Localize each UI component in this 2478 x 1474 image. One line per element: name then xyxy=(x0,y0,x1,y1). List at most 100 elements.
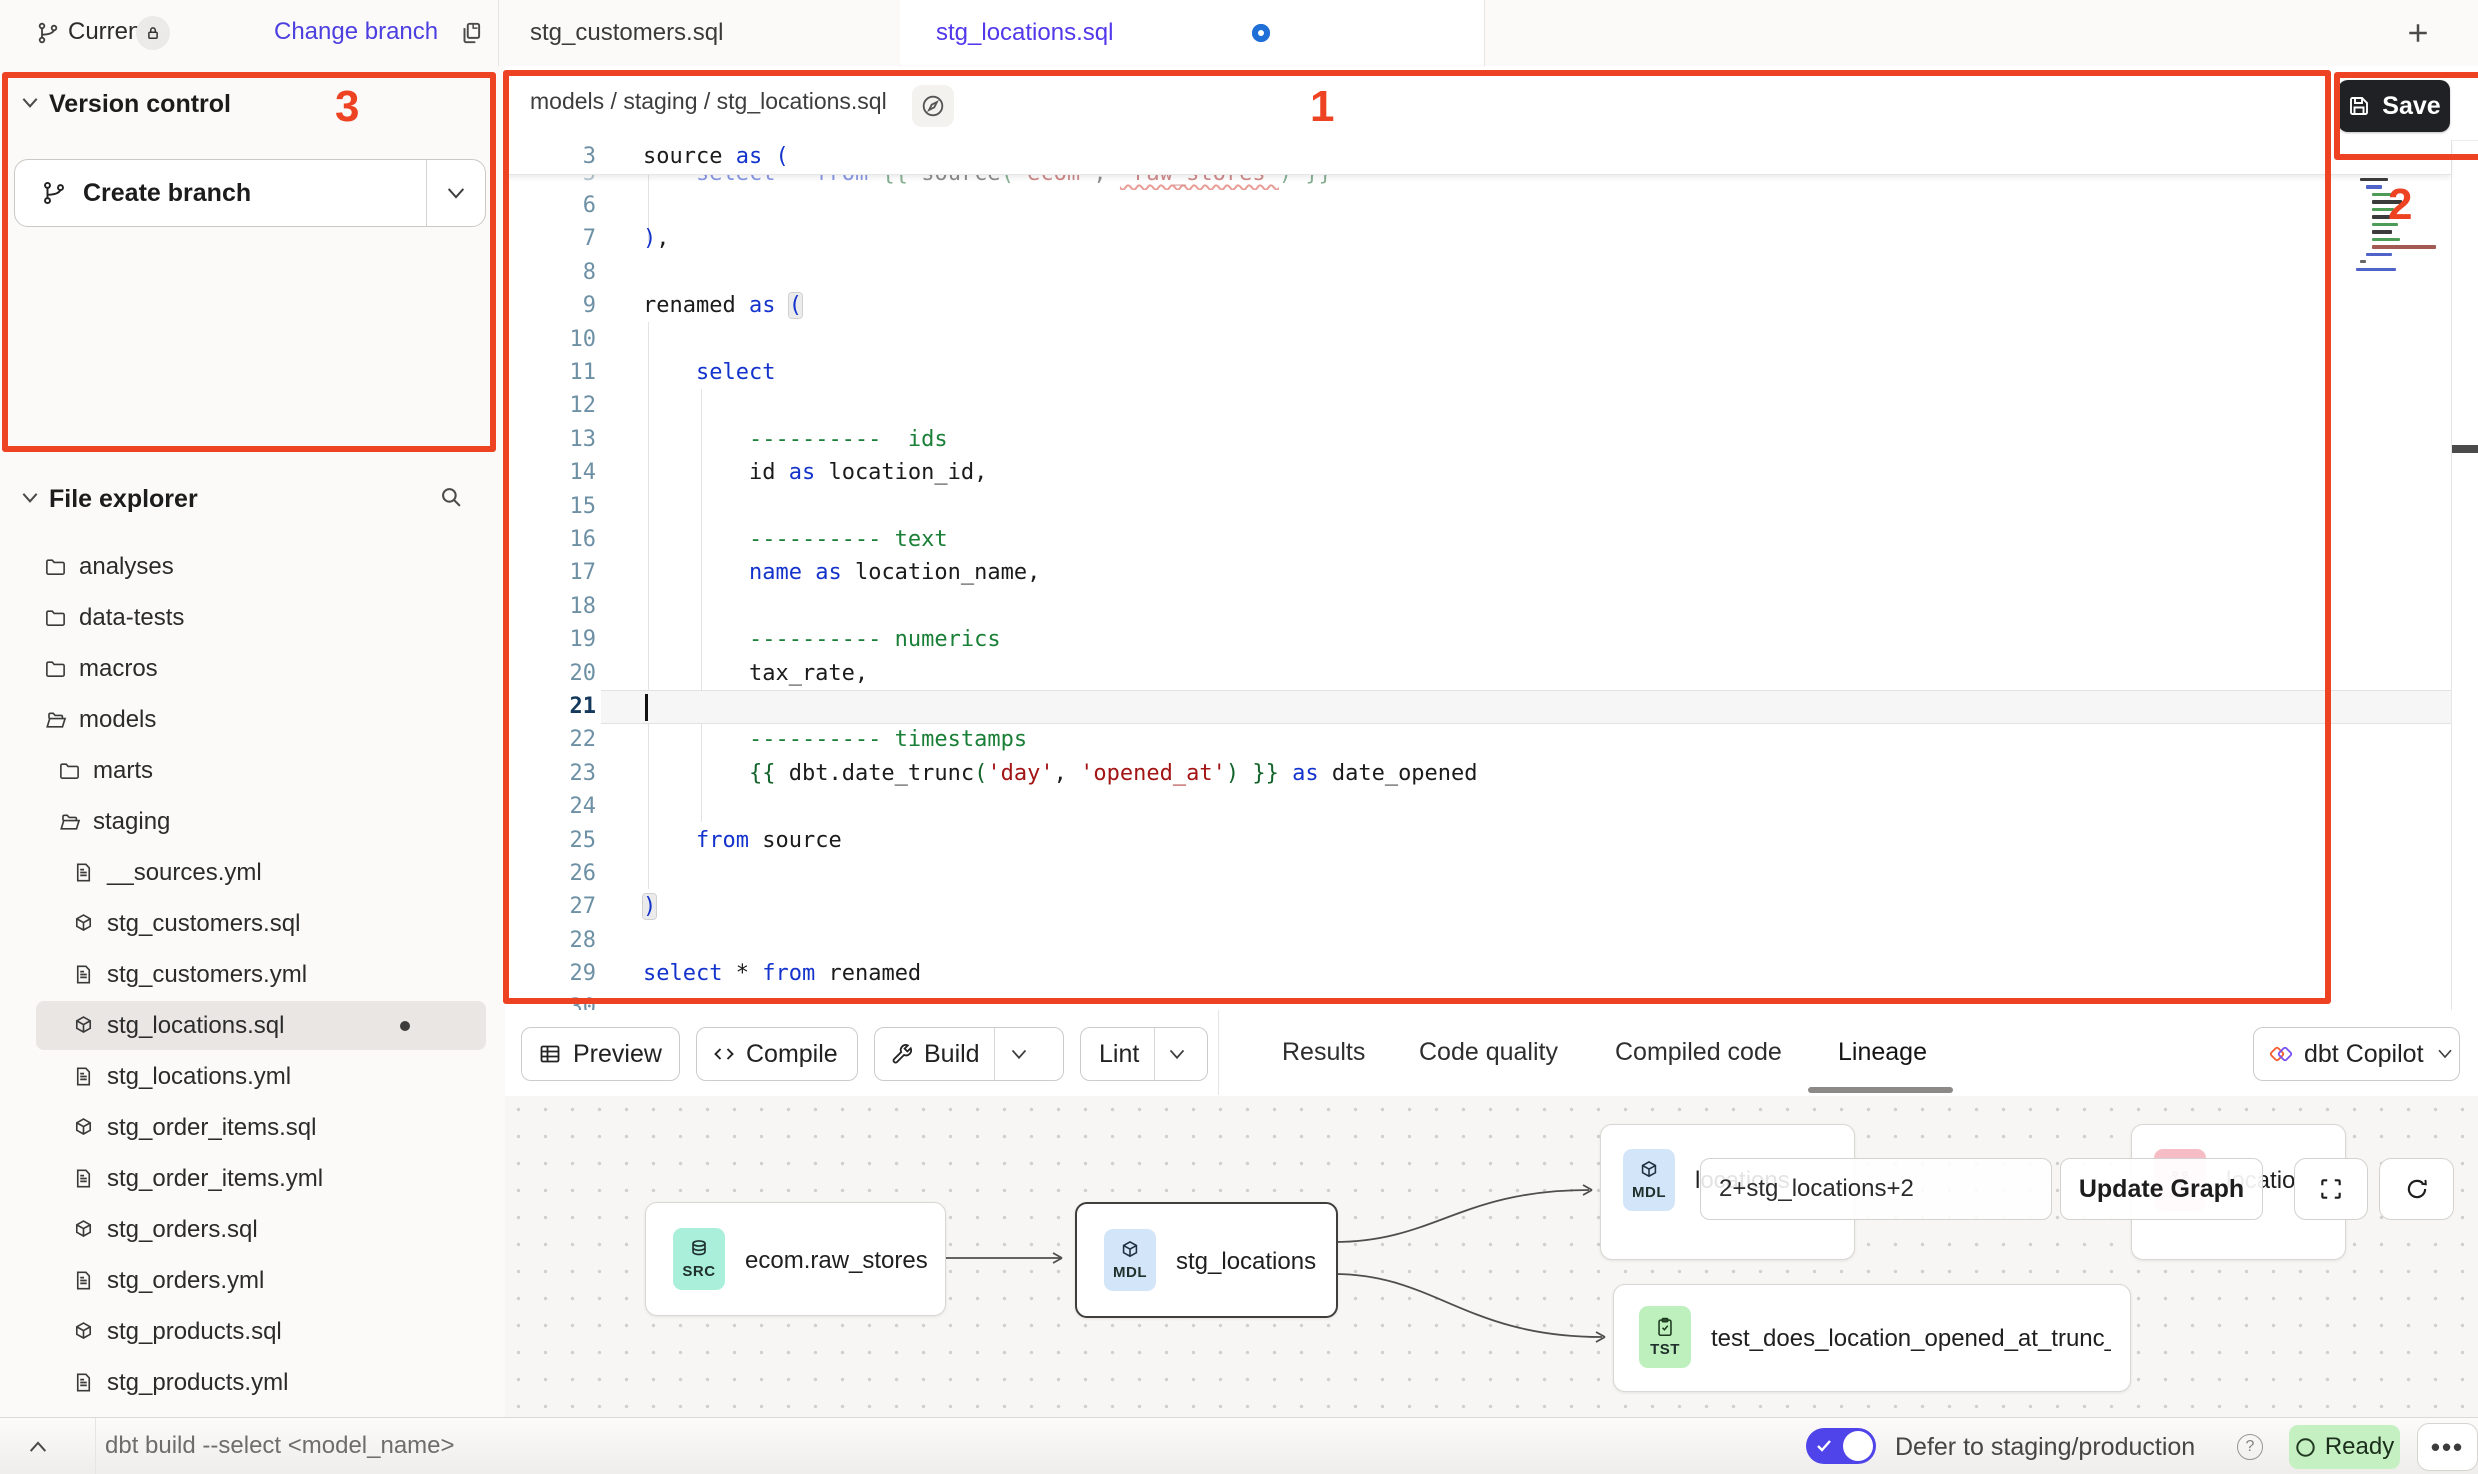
code-line-27[interactable]: 27) xyxy=(505,890,2451,924)
minimap-line xyxy=(2360,260,2366,263)
expand-command-chevron-up-icon[interactable] xyxy=(27,1439,49,1454)
code-line-25[interactable]: 25 from source xyxy=(505,824,2451,858)
command-input[interactable]: dbt build --select <model_name> xyxy=(105,1432,455,1460)
file-item-stg-customers-yml[interactable]: stg_customers.yml xyxy=(0,949,577,1000)
refresh-button[interactable] xyxy=(2379,1158,2454,1220)
code-text: ---------- timestamps xyxy=(643,723,1027,757)
tab-results[interactable]: Results xyxy=(1282,1010,1365,1095)
tab-compiled-code[interactable]: Compiled code xyxy=(1615,1010,1782,1095)
tab-code-quality[interactable]: Code quality xyxy=(1419,1010,1558,1095)
code-line-10[interactable]: 10 xyxy=(505,323,2451,357)
new-tab-plus-icon[interactable] xyxy=(2403,18,2433,48)
code-line-16[interactable]: 16 ---------- text xyxy=(505,523,2451,557)
copy-branch-icon[interactable] xyxy=(458,19,484,47)
build-dropdown-chevron-icon[interactable] xyxy=(1009,1048,1029,1061)
file-item-stg-products-yml[interactable]: stg_products.yml xyxy=(0,1357,577,1408)
chevron-down-icon[interactable] xyxy=(445,186,467,201)
breadcrumb[interactable]: models / staging / stg_locations.sql xyxy=(530,88,887,115)
help-icon[interactable]: ? xyxy=(2237,1434,2263,1460)
file-item-stg-order-items-yml[interactable]: stg_order_items.yml xyxy=(0,1153,577,1204)
file-item-marts[interactable]: marts xyxy=(0,745,563,796)
file-item-macros[interactable]: macros xyxy=(0,643,549,694)
file-item-stg-order-items-sql[interactable]: stg_order_items.sql xyxy=(0,1102,577,1153)
file-item-stg-customers-sql[interactable]: stg_customers.sql xyxy=(0,898,577,949)
lint-button[interactable]: Lint xyxy=(1080,1027,1208,1081)
file-item-stg-locations-sql[interactable]: stg_locations.sql xyxy=(0,1000,577,1051)
minimap[interactable] xyxy=(2356,163,2466,275)
search-icon[interactable] xyxy=(438,484,464,510)
lint-dropdown-chevron-icon[interactable] xyxy=(1167,1048,1187,1061)
code-line-28[interactable]: 28 xyxy=(505,924,2451,958)
file-item-staging[interactable]: staging xyxy=(0,796,563,847)
line-number: 24 xyxy=(505,790,596,824)
status-badge[interactable]: Ready xyxy=(2289,1425,2400,1469)
update-graph-button[interactable]: Update Graph xyxy=(2060,1158,2263,1220)
code-line-24[interactable]: 24 xyxy=(505,790,2451,824)
build-label: Build xyxy=(924,1040,980,1069)
create-branch-button[interactable]: Create branch xyxy=(14,159,486,227)
file-item-data-tests[interactable]: data-tests xyxy=(0,592,549,643)
tab-stg-customers[interactable]: stg_customers.sql xyxy=(498,0,900,65)
code-line-14[interactable]: 14 id as location_id, xyxy=(505,456,2451,490)
lineage-graph-panel[interactable]: SRC ecom.raw_stores MDL stg_locations MD… xyxy=(505,1096,2478,1417)
code-line-26[interactable]: 26 xyxy=(505,857,2451,891)
file-item-analyses[interactable]: analyses xyxy=(0,541,549,592)
code-line-15[interactable]: 15 xyxy=(505,490,2451,524)
code-line-23[interactable]: 23 {{ dbt.date_trunc('day', 'opened_at')… xyxy=(505,757,2451,791)
split-divider xyxy=(1154,1028,1155,1080)
fullscreen-button[interactable] xyxy=(2294,1158,2368,1220)
minimap-line xyxy=(2372,245,2436,248)
tab-lineage[interactable]: Lineage xyxy=(1838,1010,1927,1095)
code-line-7[interactable]: 7), xyxy=(505,222,2451,256)
version-control-title: Version control xyxy=(49,90,231,119)
file-item-stg-orders-sql[interactable]: stg_orders.sql xyxy=(0,1204,577,1255)
lineage-node-test[interactable]: TST test_does_location_opened_at_trunc_t… xyxy=(1613,1284,2131,1392)
clipboard-check-icon xyxy=(1654,1316,1676,1338)
version-control-header[interactable]: Version control xyxy=(0,84,505,124)
line-number: 25 xyxy=(505,824,596,858)
lineage-node-stg-locations[interactable]: MDL stg_locations xyxy=(1075,1202,1338,1318)
file-item-models[interactable]: models xyxy=(0,694,549,745)
code-line-17[interactable]: 17 name as location_name, xyxy=(505,556,2451,590)
file-explorer-header[interactable]: File explorer xyxy=(0,479,505,519)
code-line-22[interactable]: 22 ---------- timestamps xyxy=(505,723,2451,757)
status-bar: dbt build --select <model_name> Defer to… xyxy=(0,1417,2478,1474)
save-button[interactable]: Save xyxy=(2338,80,2450,132)
preview-button[interactable]: Preview xyxy=(521,1027,680,1081)
compass-icon xyxy=(920,93,946,119)
lineage-selector-input[interactable]: 2+stg_locations+2 xyxy=(1700,1158,2052,1220)
code-line-21[interactable]: 21 xyxy=(505,690,2451,724)
file-explorer-title: File explorer xyxy=(49,485,198,514)
defer-toggle[interactable] xyxy=(1806,1428,1876,1464)
change-branch-link[interactable]: Change branch xyxy=(274,18,438,46)
doc-icon xyxy=(72,1167,95,1190)
code-line-13[interactable]: 13 ---------- ids xyxy=(505,423,2451,457)
line-number: 8 xyxy=(505,256,596,290)
view-docs-button[interactable] xyxy=(912,85,954,127)
code-line-18[interactable]: 18 xyxy=(505,590,2451,624)
code-line-6[interactable]: 6 xyxy=(505,189,2451,223)
line-number: 29 xyxy=(505,957,596,991)
folder-icon xyxy=(44,657,67,680)
code-line-20[interactable]: 20 tax_rate, xyxy=(505,657,2451,691)
code-line-5[interactable]: 5 select * from {{ source('ecom', 'raw_s… xyxy=(505,174,2451,190)
code-line-19[interactable]: 19 ---------- numerics xyxy=(505,623,2451,657)
compile-button[interactable]: Compile xyxy=(696,1027,858,1081)
code-line-30[interactable]: 30 xyxy=(505,991,2451,1010)
file-item-stg-products-sql[interactable]: stg_products.sql xyxy=(0,1306,577,1357)
code-line-11[interactable]: 11 select xyxy=(505,356,2451,390)
build-button[interactable]: Build xyxy=(874,1027,1064,1081)
file-item-stg-locations-yml[interactable]: stg_locations.yml xyxy=(0,1051,577,1102)
scrollbar-handle[interactable] xyxy=(2452,445,2478,453)
dbt-copilot-button[interactable]: dbt Copilot xyxy=(2253,1027,2460,1081)
tab-stg-locations[interactable]: stg_locations.sql xyxy=(900,0,1484,65)
code-line-8[interactable]: 8 xyxy=(505,256,2451,290)
lineage-node-source[interactable]: SRC ecom.raw_stores xyxy=(645,1202,946,1316)
code-line-29[interactable]: 29select * from renamed xyxy=(505,957,2451,991)
code-line-9[interactable]: 9renamed as ( xyxy=(505,289,2451,323)
code-line-12[interactable]: 12 xyxy=(505,389,2451,423)
file-item--sources-yml[interactable]: __sources.yml xyxy=(0,847,577,898)
more-options-button[interactable]: ••• xyxy=(2417,1423,2478,1471)
file-item-stg-orders-yml[interactable]: stg_orders.yml xyxy=(0,1255,577,1306)
code-editor[interactable]: models / staging / stg_locations.sql 5 s… xyxy=(505,66,2478,1010)
